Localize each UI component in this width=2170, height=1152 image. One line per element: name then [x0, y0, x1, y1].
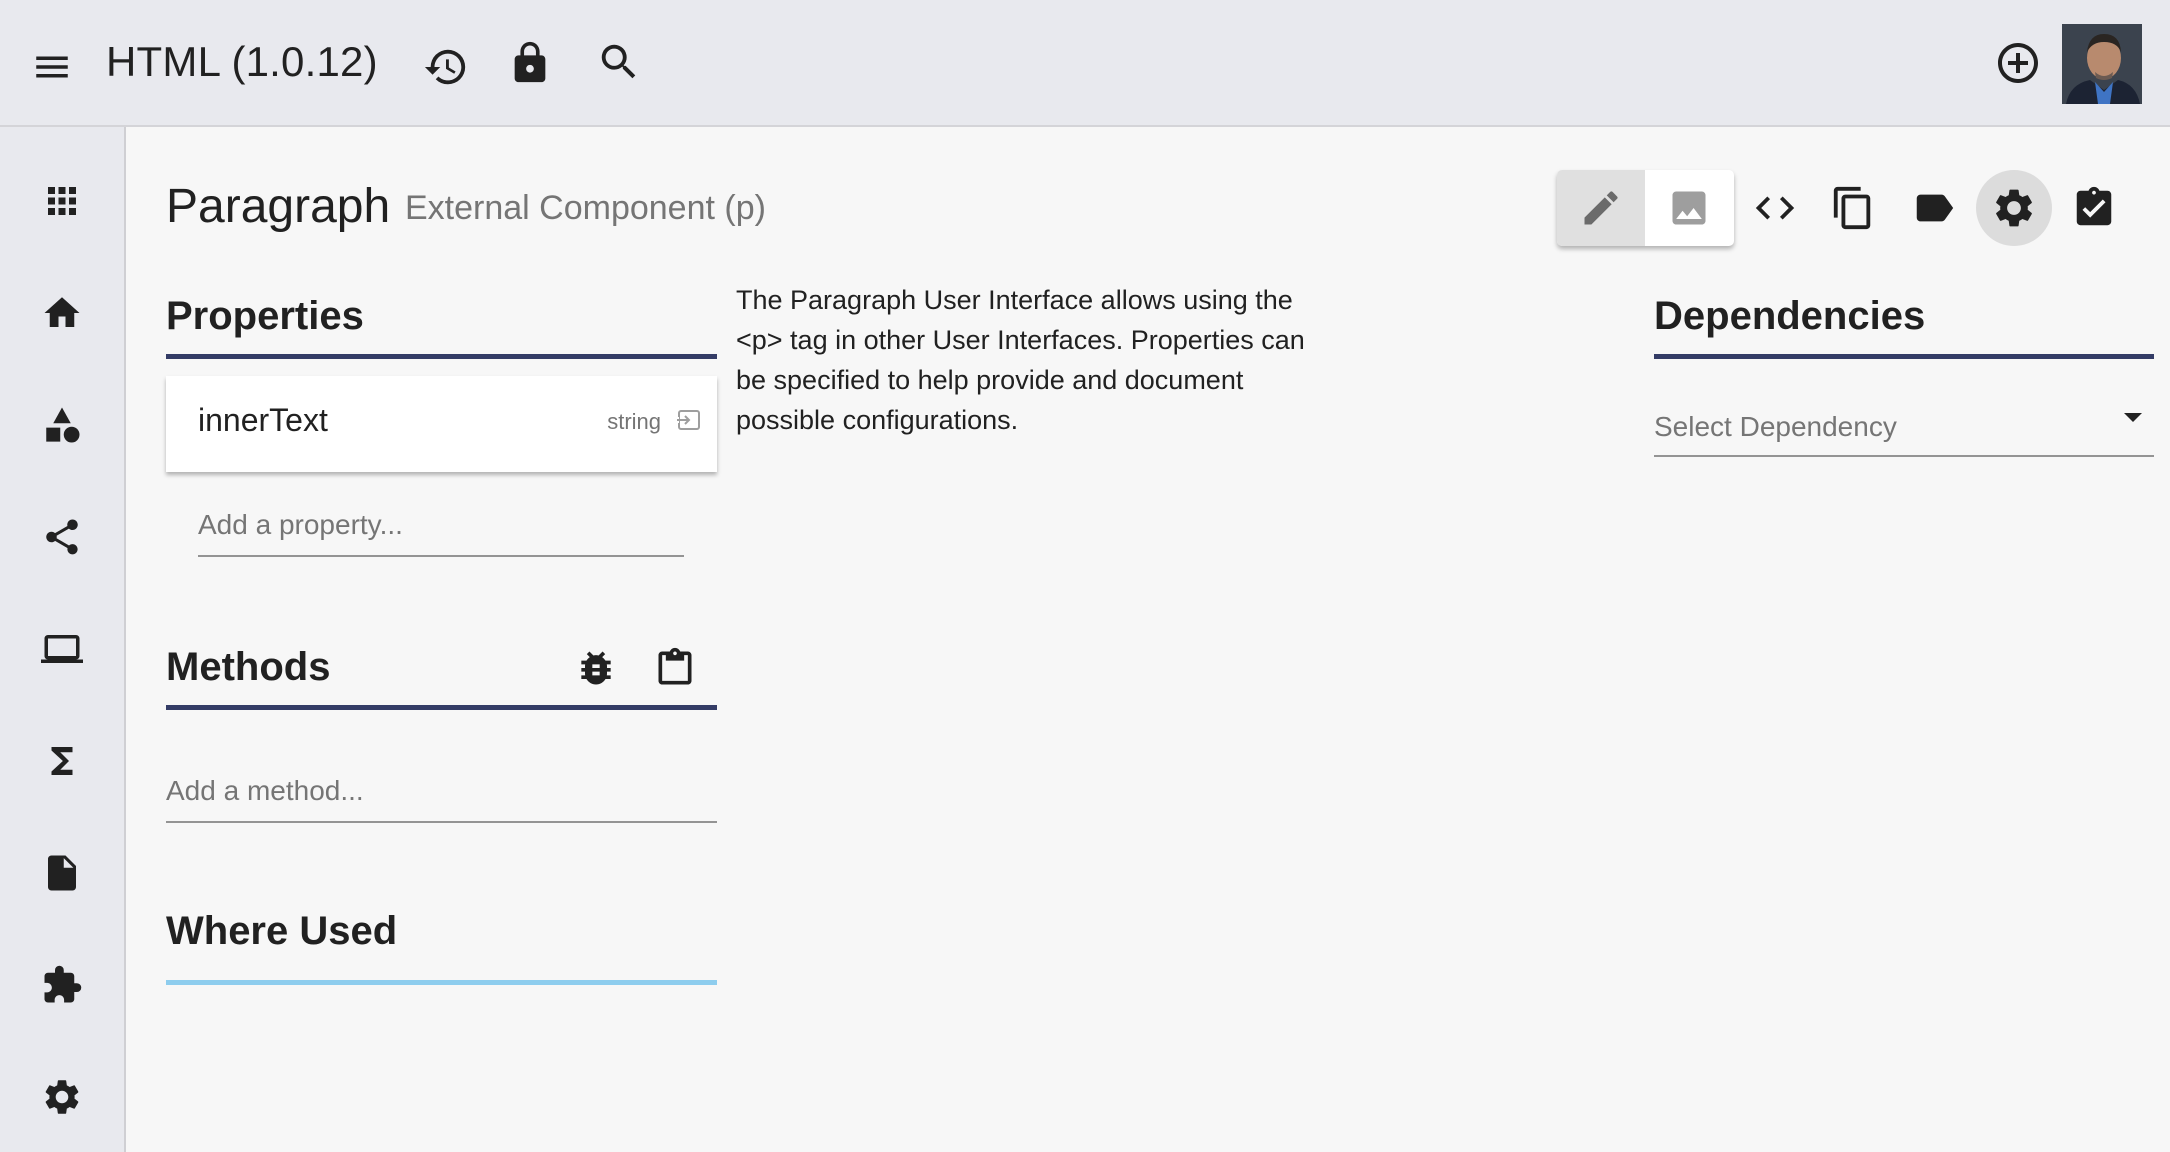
menu-icon[interactable] — [28, 43, 76, 91]
avatar[interactable] — [2062, 24, 2142, 104]
lock-icon[interactable] — [505, 38, 555, 88]
code-button[interactable] — [1737, 170, 1813, 246]
add-property-input[interactable] — [198, 507, 684, 557]
sidebar-item-share[interactable] — [0, 497, 124, 577]
sidebar-item-functions[interactable] — [0, 721, 124, 801]
sidebar-item-components[interactable] — [0, 385, 124, 465]
dependencies-heading: Dependencies — [1654, 294, 1926, 338]
clipboard-check-icon — [2076, 186, 2112, 226]
app-title: HTML (1.0.12) — [106, 38, 378, 85]
label-icon — [1916, 194, 1954, 222]
share-icon — [46, 519, 78, 555]
shapes-icon — [46, 407, 80, 443]
clipboard-icon — [658, 647, 692, 685]
sidebar-item-apps[interactable] — [0, 161, 124, 241]
apps-grid-icon — [48, 187, 76, 215]
settings-button[interactable] — [1976, 170, 2052, 246]
add-circle-icon[interactable] — [1994, 39, 2042, 87]
app-header: HTML (1.0.12) — [0, 0, 2170, 127]
where-used-underline — [166, 980, 717, 985]
dependency-select[interactable]: Select Dependency — [1654, 401, 2154, 457]
sidebar-item-documents[interactable] — [0, 833, 124, 913]
debug-button[interactable] — [571, 643, 621, 693]
properties-heading: Properties — [166, 294, 364, 338]
code-icon — [1755, 196, 1795, 220]
view-toggle-group — [1557, 170, 1734, 246]
avatar-image — [2062, 24, 2142, 104]
property-name: innerText — [198, 402, 328, 438]
bug-icon — [581, 651, 611, 685]
main-content: Paragraph External Component (p) Propert… — [126, 127, 2170, 1152]
page-subtitle: External Component (p) — [405, 189, 766, 227]
property-type: string — [607, 409, 661, 434]
puzzle-icon — [44, 965, 82, 1003]
image-icon — [1672, 191, 1706, 225]
property-item[interactable]: innerText string — [166, 376, 717, 472]
search-icon[interactable] — [594, 37, 644, 87]
sidebar-item-settings[interactable] — [0, 1057, 124, 1137]
sidebar-item-interfaces[interactable] — [0, 609, 124, 689]
sigma-icon — [51, 747, 73, 775]
history-icon[interactable] — [421, 42, 471, 92]
properties-underline — [166, 354, 717, 359]
sidebar — [0, 127, 126, 1152]
dropdown-caret-icon — [2124, 413, 2142, 422]
dependencies-underline — [1654, 354, 2154, 359]
preview-toggle-button[interactable] — [1645, 170, 1733, 246]
copy-icon — [1833, 186, 1871, 230]
add-method-input[interactable] — [166, 773, 717, 823]
gear-icon — [1996, 189, 2032, 227]
clipboard-button[interactable] — [650, 643, 700, 693]
input-type-icon — [675, 410, 700, 430]
methods-heading: Methods — [166, 645, 331, 689]
copy-button[interactable] — [1815, 170, 1891, 246]
pencil-icon — [1584, 191, 1618, 225]
sidebar-item-extensions[interactable] — [0, 945, 124, 1025]
edit-toggle-button[interactable] — [1557, 170, 1645, 246]
file-icon — [48, 855, 76, 891]
page-title: Paragraph — [166, 180, 391, 233]
sidebar-item-home[interactable] — [0, 273, 124, 353]
home-icon — [44, 297, 80, 327]
gear-icon — [45, 1080, 79, 1114]
component-description: The Paragraph User Interface allows usin… — [736, 285, 1305, 435]
dependency-select-placeholder: Select Dependency — [1654, 411, 1897, 442]
where-used-heading: Where Used — [166, 909, 398, 953]
laptop-icon — [41, 635, 83, 663]
methods-underline — [166, 705, 717, 710]
label-button[interactable] — [1896, 170, 1972, 246]
checklist-button[interactable] — [2056, 170, 2132, 246]
